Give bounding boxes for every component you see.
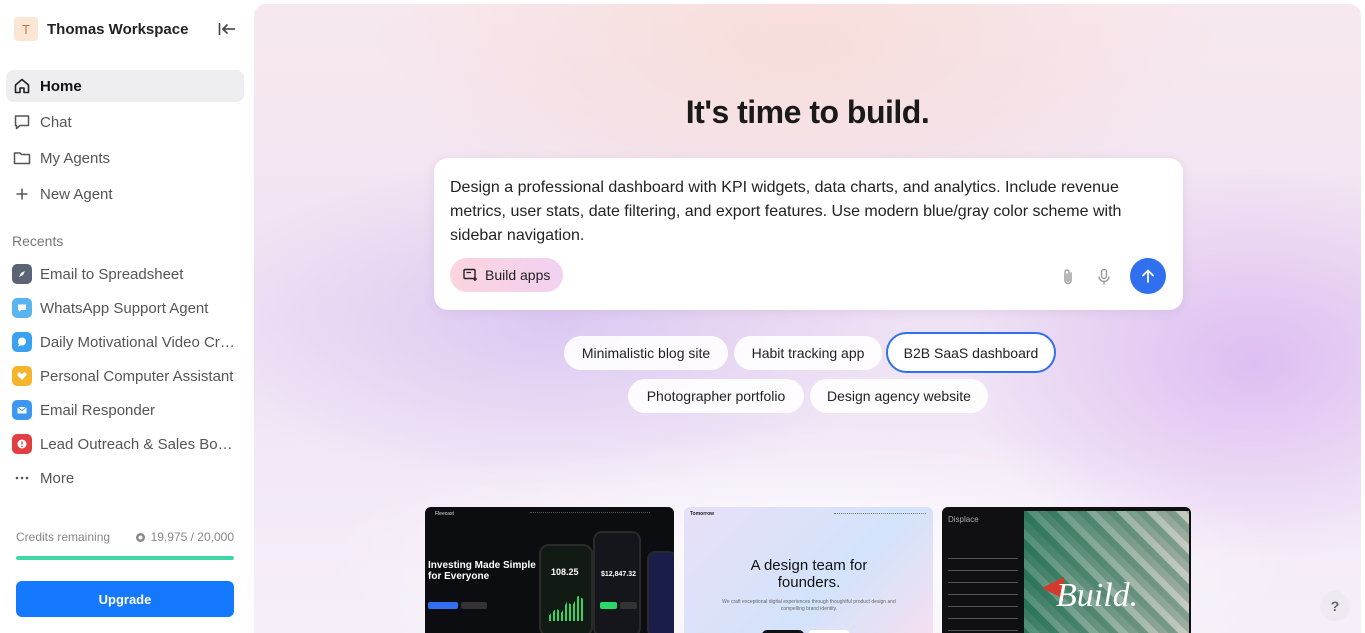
- template-cta: [428, 602, 458, 609]
- attach-icon[interactable]: [1057, 266, 1079, 288]
- compass-icon: [12, 264, 32, 284]
- arrow-up-icon: [1140, 268, 1156, 284]
- nav-home[interactable]: Home: [6, 70, 244, 102]
- template-brand: Fleecast: [435, 511, 454, 517]
- suggestion-chip[interactable]: Photographer portfolio: [628, 379, 804, 413]
- recent-item-label: Daily Motivational Video Creator: [40, 333, 240, 351]
- folder-icon: [12, 148, 32, 168]
- credits-value: 19,975 / 20,000: [150, 530, 234, 544]
- collapse-sidebar-icon[interactable]: [216, 18, 238, 40]
- heart-icon: [12, 366, 32, 386]
- recent-item[interactable]: Personal Computer Assistant: [6, 359, 244, 393]
- send-button[interactable]: [1130, 258, 1166, 294]
- recents-heading: Recents: [12, 233, 64, 249]
- nav-chat-label: Chat: [40, 113, 72, 131]
- main-nav: Home Chat My Agents New Agent: [6, 70, 244, 214]
- alert-icon: [12, 434, 32, 454]
- suggestion-chip[interactable]: Habit tracking app: [734, 336, 882, 370]
- template-card-fintech[interactable]: Fleecast Investing Made Simple for Every…: [425, 507, 674, 633]
- recents-more[interactable]: More: [6, 461, 244, 495]
- more-dots-icon: [12, 468, 32, 488]
- recent-item[interactable]: WhatsApp Support Agent: [6, 291, 244, 325]
- credits-progress-fill: [16, 556, 234, 560]
- build-apps-button[interactable]: Build apps: [450, 258, 564, 292]
- build-apps-icon: [463, 268, 479, 282]
- microphone-icon[interactable]: [1093, 266, 1115, 288]
- recents-more-label: More: [40, 469, 75, 487]
- template-nav-bar: [834, 513, 926, 515]
- template-stat: 108.25: [551, 567, 579, 577]
- nav-my-agents[interactable]: My Agents: [6, 142, 244, 174]
- credits-progress-bar: [16, 556, 234, 560]
- template-brand: Displace: [948, 515, 979, 524]
- plus-icon: [12, 184, 32, 204]
- main-panel: It's time to build. Design a professiona…: [254, 4, 1361, 633]
- recent-item-label: Email to Spreadsheet: [40, 265, 184, 283]
- chat-bubble-icon: [12, 298, 32, 318]
- template-brand: Tomorrow: [690, 511, 715, 517]
- template-controls: [948, 547, 1018, 632]
- suggestion-chip[interactable]: Design agency website: [810, 379, 988, 413]
- suggestion-chip[interactable]: Minimalistic blog site: [564, 336, 728, 370]
- nav-home-label: Home: [40, 77, 82, 95]
- workspace-switcher[interactable]: T Thomas Workspace: [14, 17, 188, 41]
- recent-item[interactable]: Email Responder: [6, 393, 244, 427]
- recent-item[interactable]: Daily Motivational Video Creator: [6, 325, 244, 359]
- nav-chat[interactable]: Chat: [6, 106, 244, 138]
- credits-icon: [135, 532, 146, 543]
- template-amount: $12,847.32: [601, 571, 637, 578]
- prompt-input[interactable]: Design a professional dashboard with KPI…: [450, 176, 1170, 248]
- upgrade-button[interactable]: Upgrade: [16, 581, 234, 617]
- template-subtitle: We craft exceptional digital experiences…: [722, 599, 896, 612]
- nav-new-agent[interactable]: New Agent: [6, 178, 244, 210]
- template-chart: [549, 595, 585, 621]
- prompt-card: Design a professional dashboard with KPI…: [434, 158, 1183, 310]
- template-nav-bar: [530, 512, 650, 515]
- recent-item-label: Lead Outreach & Sales Booking Agent: [40, 435, 240, 453]
- template-button: [600, 602, 617, 609]
- recent-item-label: Email Responder: [40, 401, 156, 419]
- template-card-agency[interactable]: Tomorrow A design team for founders. We …: [684, 507, 933, 633]
- credits-value-wrap: 19,975 / 20,000: [135, 530, 234, 544]
- build-apps-label: Build apps: [485, 267, 551, 283]
- chat-icon: [12, 112, 32, 132]
- credits-label: Credits remaining: [16, 530, 111, 544]
- recents-list: Email to Spreadsheet WhatsApp Support Ag…: [6, 257, 244, 495]
- recent-item[interactable]: Email to Spreadsheet: [6, 257, 244, 291]
- nav-new-agent-label: New Agent: [40, 185, 113, 203]
- chat-bubble-icon: [12, 332, 32, 352]
- template-cta-secondary: [461, 602, 487, 609]
- template-phone: 108.25: [539, 544, 593, 633]
- workspace-avatar: T: [14, 17, 38, 41]
- recent-item-label: Personal Computer Assistant: [40, 367, 234, 385]
- sidebar: T Thomas Workspace Home Chat My Agents N…: [0, 0, 254, 633]
- suggestion-chip-selected[interactable]: B2B SaaS dashboard: [886, 332, 1056, 373]
- template-phone: [647, 551, 674, 633]
- home-icon: [12, 76, 32, 96]
- workspace-name: Thomas Workspace: [47, 20, 189, 38]
- recent-item[interactable]: Lead Outreach & Sales Booking Agent: [6, 427, 244, 461]
- template-headline: A design team for founders.: [750, 557, 868, 591]
- help-button[interactable]: ?: [1320, 591, 1350, 621]
- credits-row: Credits remaining 19,975 / 20,000: [16, 530, 234, 546]
- template-phone: $12,847.32: [593, 531, 641, 633]
- template-card-displace[interactable]: Displace Build.: [942, 507, 1191, 633]
- recent-item-label: WhatsApp Support Agent: [40, 299, 209, 317]
- template-button: [620, 602, 637, 609]
- nav-my-agents-label: My Agents: [40, 149, 111, 167]
- template-headline: Investing Made Simple for Everyone: [428, 560, 536, 582]
- template-headline: Build.: [1056, 577, 1139, 614]
- mail-icon: [12, 400, 32, 420]
- page-title: It's time to build.: [685, 94, 930, 130]
